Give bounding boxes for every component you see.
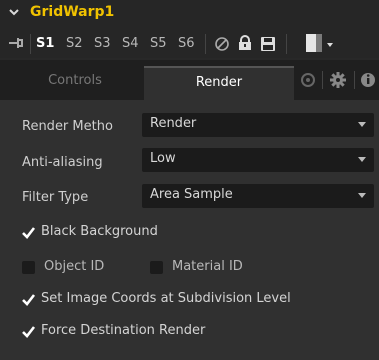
tab-controls[interactable]: Controls bbox=[10, 66, 140, 100]
caret-down-icon bbox=[358, 122, 366, 127]
pin-icon[interactable] bbox=[8, 35, 26, 51]
material-id-label: Material ID bbox=[172, 259, 243, 274]
filter-type-value: Area Sample bbox=[150, 187, 233, 202]
version-slot-6[interactable]: S6 bbox=[178, 36, 195, 51]
anti-aliasing-value: Low bbox=[150, 151, 176, 166]
render-method-dropdown[interactable]: Render bbox=[142, 113, 374, 137]
tab-icons bbox=[298, 70, 378, 94]
checkmark-icon[interactable] bbox=[22, 226, 36, 239]
caret-down-icon[interactable] bbox=[326, 38, 334, 47]
force-destination-label: Force Destination Render bbox=[41, 323, 206, 338]
lock-icon[interactable] bbox=[238, 35, 252, 51]
filter-type-dropdown[interactable]: Area Sample bbox=[142, 184, 374, 208]
object-id-label: Object ID bbox=[44, 259, 105, 274]
set-image-coords-label: Set Image Coords at Subdivision Level bbox=[41, 291, 291, 306]
checkmark-icon[interactable] bbox=[22, 325, 36, 338]
black-background-label: Black Background bbox=[41, 224, 158, 239]
checkbox-box[interactable] bbox=[22, 261, 35, 274]
anti-aliasing-label: Anti-aliasing bbox=[22, 155, 103, 170]
settings-icon bbox=[301, 73, 315, 87]
save-icon[interactable] bbox=[260, 36, 276, 52]
disable-icon[interactable] bbox=[214, 36, 230, 52]
checkmark-icon[interactable] bbox=[22, 293, 36, 306]
tab-render[interactable]: Render bbox=[144, 66, 294, 100]
version-slot-4[interactable]: S4 bbox=[122, 36, 139, 51]
version-slot-2[interactable]: S2 bbox=[66, 36, 83, 51]
tool-title[interactable]: GridWarp1 bbox=[30, 4, 114, 20]
divider bbox=[30, 34, 31, 54]
version-slot-3[interactable]: S3 bbox=[94, 36, 111, 51]
checkbox-box[interactable] bbox=[150, 261, 163, 274]
caret-down-icon bbox=[358, 193, 366, 198]
chevron-down-icon[interactable] bbox=[8, 6, 22, 22]
color-swatch[interactable] bbox=[306, 34, 322, 52]
divider bbox=[286, 34, 287, 54]
caret-down-icon bbox=[358, 157, 366, 162]
anti-aliasing-dropdown[interactable]: Low bbox=[142, 148, 374, 172]
render-method-value: Render bbox=[150, 116, 197, 131]
gear-icon bbox=[330, 72, 346, 88]
filter-type-label: Filter Type bbox=[22, 190, 89, 205]
info-icon bbox=[361, 73, 375, 87]
divider bbox=[205, 34, 206, 54]
render-method-label: Render Metho bbox=[22, 119, 113, 134]
version-slot-1[interactable]: S1 bbox=[36, 36, 54, 51]
version-slot-5[interactable]: S5 bbox=[150, 36, 167, 51]
